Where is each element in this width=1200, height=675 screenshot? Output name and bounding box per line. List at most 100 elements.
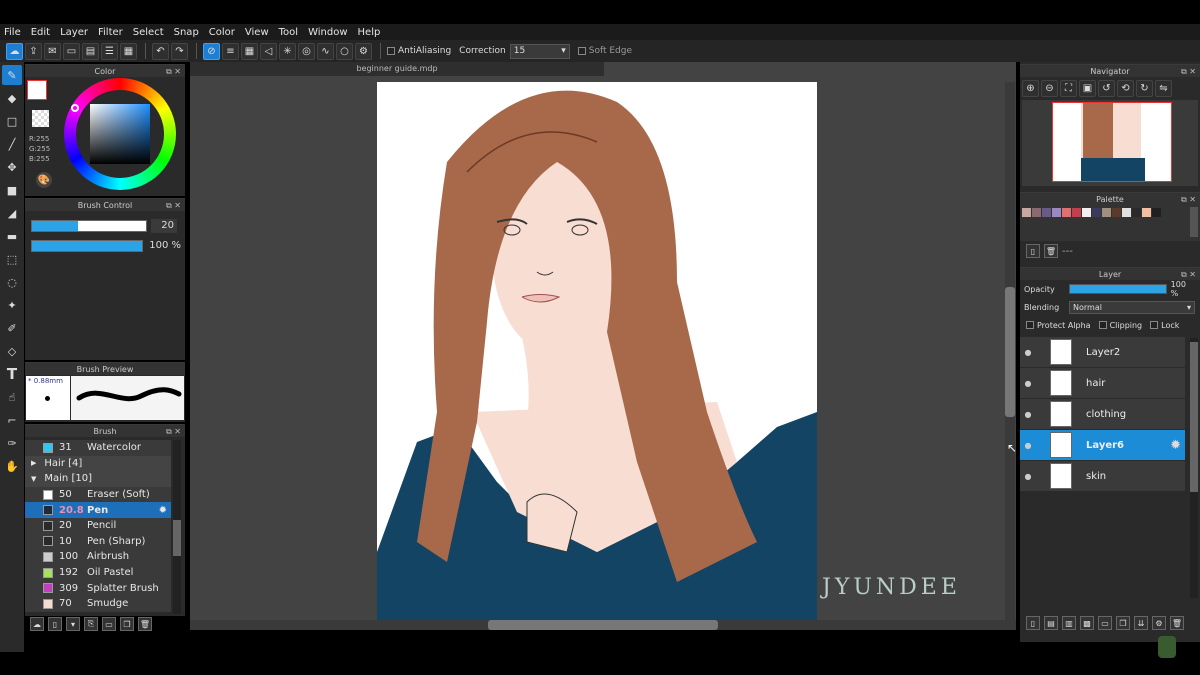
- copy-icon[interactable]: ❐: [120, 617, 134, 631]
- menu-item-select[interactable]: Select: [133, 27, 164, 38]
- palette-swatch[interactable]: [1042, 208, 1051, 217]
- bucket-tool-icon[interactable]: ◢: [2, 203, 22, 223]
- menu-item-edit[interactable]: Edit: [31, 27, 50, 38]
- brush-menu-icon[interactable]: ▾: [66, 617, 80, 631]
- navigator-viewport[interactable]: [1052, 102, 1172, 182]
- move-tool-icon[interactable]: ✥: [2, 157, 22, 177]
- brush-group[interactable]: ▶ Hair [4]: [25, 455, 171, 472]
- foreground-color-swatch[interactable]: [27, 80, 47, 100]
- snap-ellipse-icon[interactable]: ○: [336, 42, 353, 60]
- merge-layer-icon[interactable]: ⇊: [1134, 616, 1148, 630]
- brush-item[interactable]: 100 Airbrush: [25, 549, 171, 565]
- comment-icon[interactable]: ✉: [44, 42, 61, 60]
- vertical-scrollbar[interactable]: [1005, 82, 1015, 622]
- layer-row[interactable]: ● skin: [1020, 461, 1185, 491]
- saturation-value-square[interactable]: [90, 104, 150, 164]
- chevron-down-icon[interactable]: ▼: [31, 475, 36, 483]
- brush-group[interactable]: ▼ Main [10]: [25, 471, 171, 487]
- horizontal-scrollbar[interactable]: [190, 620, 1016, 630]
- panel-close-icon[interactable]: ⧉ ✕: [166, 65, 181, 78]
- layer-row[interactable]: ● clothing: [1020, 399, 1185, 429]
- palette-swatch[interactable]: [1092, 208, 1101, 217]
- transparent-color-swatch[interactable]: [32, 110, 49, 127]
- gear-icon[interactable]: ✹: [1170, 438, 1181, 453]
- layer-opacity-slider[interactable]: [1068, 284, 1167, 294]
- text-tool-icon[interactable]: T: [2, 364, 22, 384]
- menu-item-layer[interactable]: Layer: [60, 27, 88, 38]
- brush-item[interactable]: 20.8 Pen ✹: [25, 502, 171, 518]
- palette-icon[interactable]: 🎨: [36, 172, 52, 188]
- palette-swatch[interactable]: [1102, 208, 1111, 217]
- export-icon[interactable]: ⇪: [25, 42, 42, 60]
- palette-swatch[interactable]: [1142, 208, 1151, 217]
- new-layer-8bit-icon[interactable]: ▤: [1044, 616, 1058, 630]
- menu-item-snap[interactable]: Snap: [174, 27, 199, 38]
- menu-item-help[interactable]: Help: [358, 27, 381, 38]
- palette-swatch[interactable]: [1122, 208, 1131, 217]
- palette-swatch[interactable]: [1062, 208, 1071, 217]
- snap-curve-icon[interactable]: ∿: [317, 42, 334, 60]
- visibility-icon[interactable]: ●: [1020, 368, 1036, 398]
- actual-size-icon[interactable]: ▣: [1079, 80, 1096, 97]
- layer-row[interactable]: ● Layer6 ✹: [1020, 430, 1185, 460]
- palette-scrollbar[interactable]: [1190, 207, 1198, 237]
- panel-close-icon[interactable]: ⧉ ✕: [166, 199, 181, 212]
- hand-tool-icon[interactable]: ✋: [2, 456, 22, 476]
- flip-icon[interactable]: ⇋: [1155, 80, 1172, 97]
- eraser-tool-icon[interactable]: ◆: [2, 88, 22, 108]
- brush-tool-icon[interactable]: ✎: [2, 65, 22, 85]
- palette-swatch[interactable]: [1052, 208, 1061, 217]
- brush-item[interactable]: 192 Oil Pastel: [25, 564, 171, 581]
- gear-icon[interactable]: ✹: [159, 505, 167, 516]
- hue-wheel[interactable]: [64, 78, 176, 190]
- snap-perspective-icon[interactable]: ◁: [260, 42, 277, 60]
- document-tab[interactable]: beginner guide.mdp: [190, 62, 604, 76]
- snap-radial-icon[interactable]: ✳: [279, 42, 296, 60]
- brush-item[interactable]: 309 Splatter Brush: [25, 580, 171, 596]
- shape-tool-icon[interactable]: □: [2, 111, 22, 131]
- layout-icon[interactable]: ▦: [120, 42, 137, 60]
- fit-screen-icon[interactable]: ⛶: [1060, 80, 1077, 97]
- lock-checkbox[interactable]: [1150, 321, 1159, 329]
- brush-item[interactable]: 20 Pencil: [25, 517, 171, 534]
- snap-circle-icon[interactable]: ◎: [298, 42, 315, 60]
- soft-edge-checkbox[interactable]: [577, 47, 586, 55]
- antialiasing-checkbox[interactable]: [387, 47, 395, 55]
- brush-item[interactable]: 70 Smudge: [25, 595, 171, 612]
- layer-scrollbar[interactable]: [1190, 338, 1198, 598]
- rotate-right-icon[interactable]: ↻: [1136, 80, 1153, 97]
- layer-row[interactable]: ● Layer2: [1020, 337, 1185, 367]
- menu-item-tool[interactable]: Tool: [279, 27, 298, 38]
- menu-item-window[interactable]: Window: [308, 27, 347, 38]
- select-eraser-tool-icon[interactable]: ◇: [2, 341, 22, 361]
- blending-select[interactable]: Normal ▾: [1069, 300, 1195, 314]
- new-layer-1bit-icon[interactable]: ▥: [1062, 616, 1076, 630]
- palette-swatch[interactable]: [1032, 208, 1041, 217]
- rotate-left-icon[interactable]: ↺: [1098, 80, 1115, 97]
- magic-wand-tool-icon[interactable]: ✦: [2, 295, 22, 315]
- layer-settings-icon[interactable]: ⚙: [1152, 616, 1166, 630]
- cloud-icon[interactable]: ☁: [6, 42, 23, 60]
- undo-icon[interactable]: ↶: [152, 42, 169, 60]
- operation-tool-icon[interactable]: ☝: [2, 387, 22, 407]
- new-halftone-layer-icon[interactable]: ▩: [1080, 616, 1094, 630]
- chat-icon[interactable]: ▭: [63, 42, 80, 60]
- brush-opacity-slider[interactable]: [31, 240, 143, 252]
- panel-close-icon[interactable]: ⧉ ✕: [1181, 268, 1196, 281]
- lasso-tool-icon[interactable]: ◌: [2, 272, 22, 292]
- snap-grid-icon[interactable]: ▦: [241, 42, 258, 60]
- folder-icon[interactable]: ▭: [102, 617, 116, 631]
- brush-list-scrollbar[interactable]: [173, 440, 181, 614]
- snap-off-icon[interactable]: ⊘: [203, 42, 220, 60]
- pen-tool-icon[interactable]: ✑: [2, 433, 22, 453]
- brush-item[interactable]: 50 Eraser (Soft): [25, 486, 171, 503]
- snap-settings-icon[interactable]: ⚙: [355, 42, 372, 60]
- eyedropper-tool-icon[interactable]: ⌐: [2, 410, 22, 430]
- brush-size-value[interactable]: 20: [151, 219, 177, 233]
- menu-item-file[interactable]: File: [4, 27, 21, 38]
- panel-close-icon[interactable]: ⧉ ✕: [166, 425, 181, 438]
- fill-rect-tool-icon[interactable]: ■: [2, 180, 22, 200]
- new-palette-icon[interactable]: ▯: [1026, 244, 1040, 258]
- drawing-canvas[interactable]: [377, 82, 817, 620]
- new-layer-icon[interactable]: ▯: [1026, 616, 1040, 630]
